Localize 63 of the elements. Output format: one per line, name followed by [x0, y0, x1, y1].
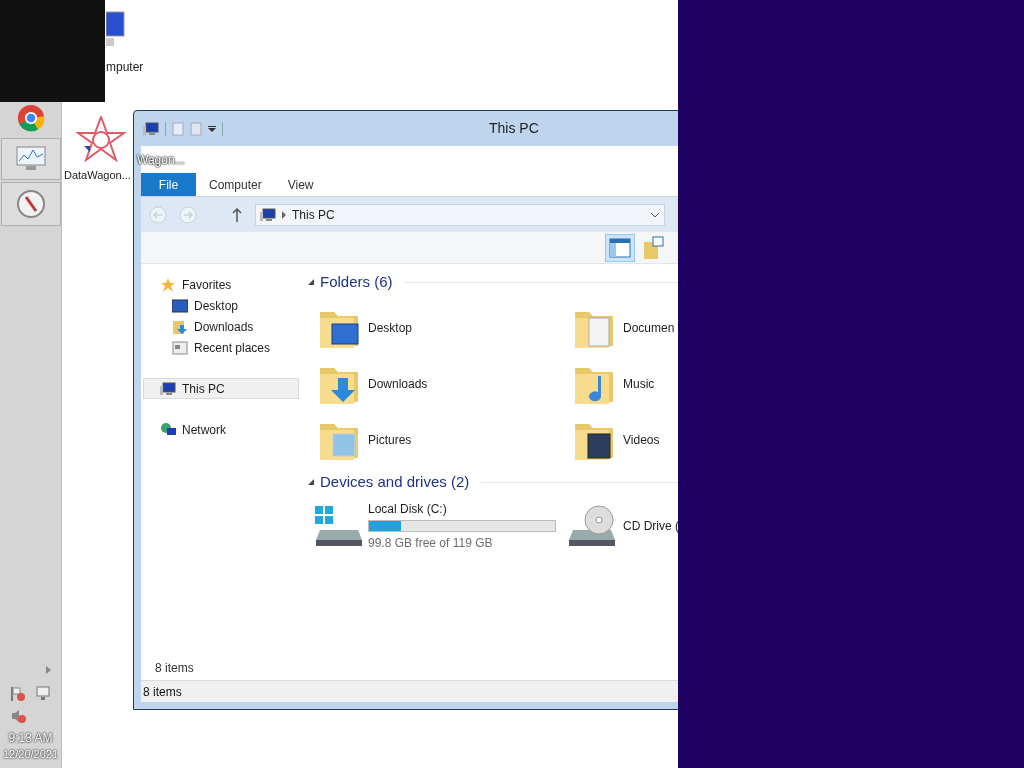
chart-monitor-icon: [15, 146, 46, 172]
folder-label[interactable]: Videos: [623, 431, 660, 449]
network-error-icon[interactable]: [35, 686, 52, 702]
folder-check-icon[interactable]: [643, 235, 665, 260]
breadcrumb-arrow-icon: [282, 210, 286, 219]
chevron-down-icon[interactable]: [650, 211, 660, 218]
folder-label[interactable]: Pictures: [368, 431, 412, 449]
nav-label: Favorites: [182, 276, 232, 294]
clock-time: 9:13 AM: [8, 730, 53, 746]
dropdown-icon[interactable]: [208, 124, 216, 133]
folder-label[interactable]: Documen: [623, 319, 675, 337]
monitor-icon: [172, 298, 188, 313]
expand-arrow-icon[interactable]: [46, 666, 51, 674]
nav-item[interactable]: Desktop: [143, 295, 299, 316]
window-title: This PC: [489, 119, 539, 138]
speaker-muted-icon[interactable]: [11, 708, 27, 724]
compass-icon: [15, 189, 46, 219]
download-folder-icon: [172, 318, 188, 335]
nav-label: Desktop: [194, 297, 239, 315]
star-icon: [160, 276, 176, 293]
nav-item[interactable]: This PC: [143, 378, 299, 399]
up-arrow-icon[interactable]: [231, 206, 243, 223]
recent-places-icon: [172, 339, 188, 356]
item-count: 8 items: [155, 660, 194, 677]
taskbar-button[interactable]: [0, 138, 61, 180]
collapse-icon[interactable]: [308, 279, 314, 285]
preview-pane-button[interactable]: [605, 233, 635, 262]
desktop-icon-label[interactable]: mputer: [106, 58, 144, 76]
free-space: 99.8 GB free of 119 GB: [368, 535, 494, 552]
group-heading[interactable]: Devices and drives (2): [320, 470, 470, 494]
folder-label[interactable]: Desktop: [368, 319, 413, 337]
nav-label: This PC: [182, 380, 225, 398]
computer-icon: [160, 381, 176, 396]
status-text: 8 items: [143, 683, 182, 701]
taskbar-button[interactable]: [0, 182, 61, 226]
network-icon: [160, 421, 176, 438]
computer-icon: [260, 207, 276, 222]
star-logo-icon[interactable]: [76, 116, 126, 162]
drive-label[interactable]: Local Disk (C:): [368, 500, 556, 518]
computer-icon: [143, 121, 159, 136]
browser-icon[interactable]: [16, 104, 45, 132]
hard-drive-icon: [314, 504, 364, 548]
nav-item[interactable]: Network: [143, 419, 299, 440]
nav-label: Network: [182, 421, 226, 439]
folder-label[interactable]: Music: [623, 375, 655, 393]
desktop-icon-label: Wagon...: [137, 151, 185, 169]
nav-item[interactable]: Recent places: [143, 337, 299, 358]
breadcrumb[interactable]: This PC: [292, 205, 335, 224]
nav-label: Recent places: [194, 339, 271, 357]
collapse-icon[interactable]: [308, 479, 314, 485]
clock-date: 12/20/2021: [2, 747, 59, 762]
group-heading[interactable]: Folders (6): [320, 270, 393, 294]
ribbon-tab[interactable]: File: [141, 173, 196, 196]
nav-item[interactable]: Favorites: [143, 274, 299, 295]
ribbon-tab[interactable]: Computer: [196, 173, 275, 196]
flag-error-icon[interactable]: [9, 686, 26, 702]
nav-item[interactable]: Downloads: [143, 316, 299, 337]
desktop-icon-label[interactable]: DataWagon...: [64, 167, 131, 184]
folder-label[interactable]: Downloads: [368, 375, 428, 393]
ribbon-tab[interactable]: View: [274, 173, 327, 196]
address-bar[interactable]: This PC: [255, 203, 665, 226]
layout-icon: [609, 237, 631, 258]
nav-label: Downloads: [194, 318, 254, 336]
